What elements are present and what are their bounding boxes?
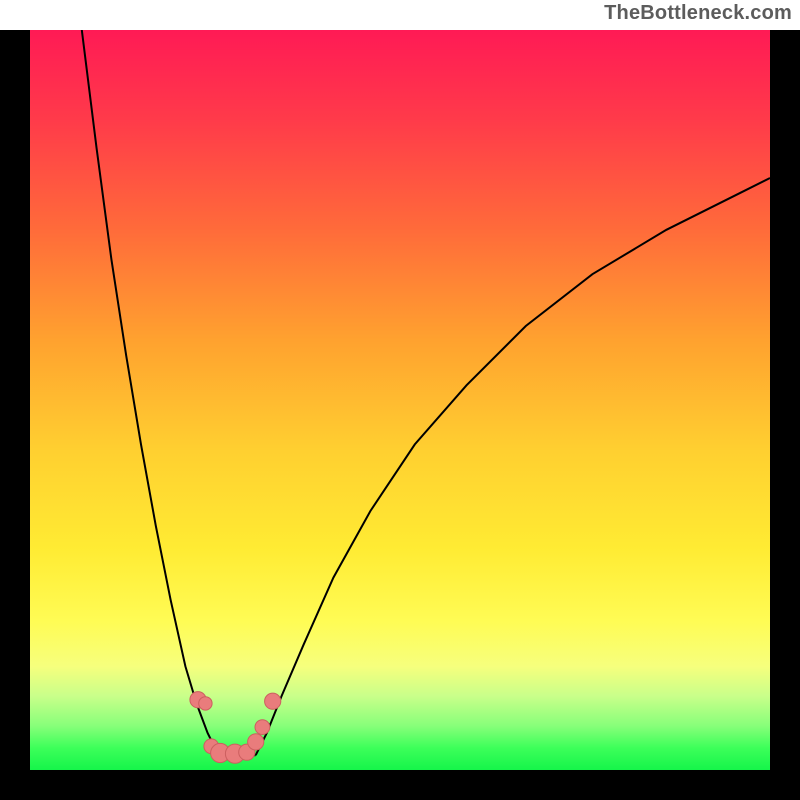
- frame-bottom: [0, 770, 800, 800]
- marker-dot: [248, 734, 264, 750]
- frame-right: [770, 0, 800, 800]
- curve-left-branch: [82, 30, 219, 755]
- curve-svg: [30, 30, 770, 770]
- chart-container: TheBottleneck.com: [0, 0, 800, 800]
- marker-dot: [255, 720, 270, 735]
- plot-panel: [30, 30, 770, 770]
- marker-dot: [265, 693, 281, 709]
- watermark-strip: TheBottleneck.com: [0, 0, 800, 30]
- frame-left: [0, 0, 30, 800]
- watermark-text: TheBottleneck.com: [604, 2, 792, 25]
- marker-dot: [199, 697, 212, 710]
- curve-right-branch: [256, 178, 770, 755]
- curve-markers: [190, 692, 281, 764]
